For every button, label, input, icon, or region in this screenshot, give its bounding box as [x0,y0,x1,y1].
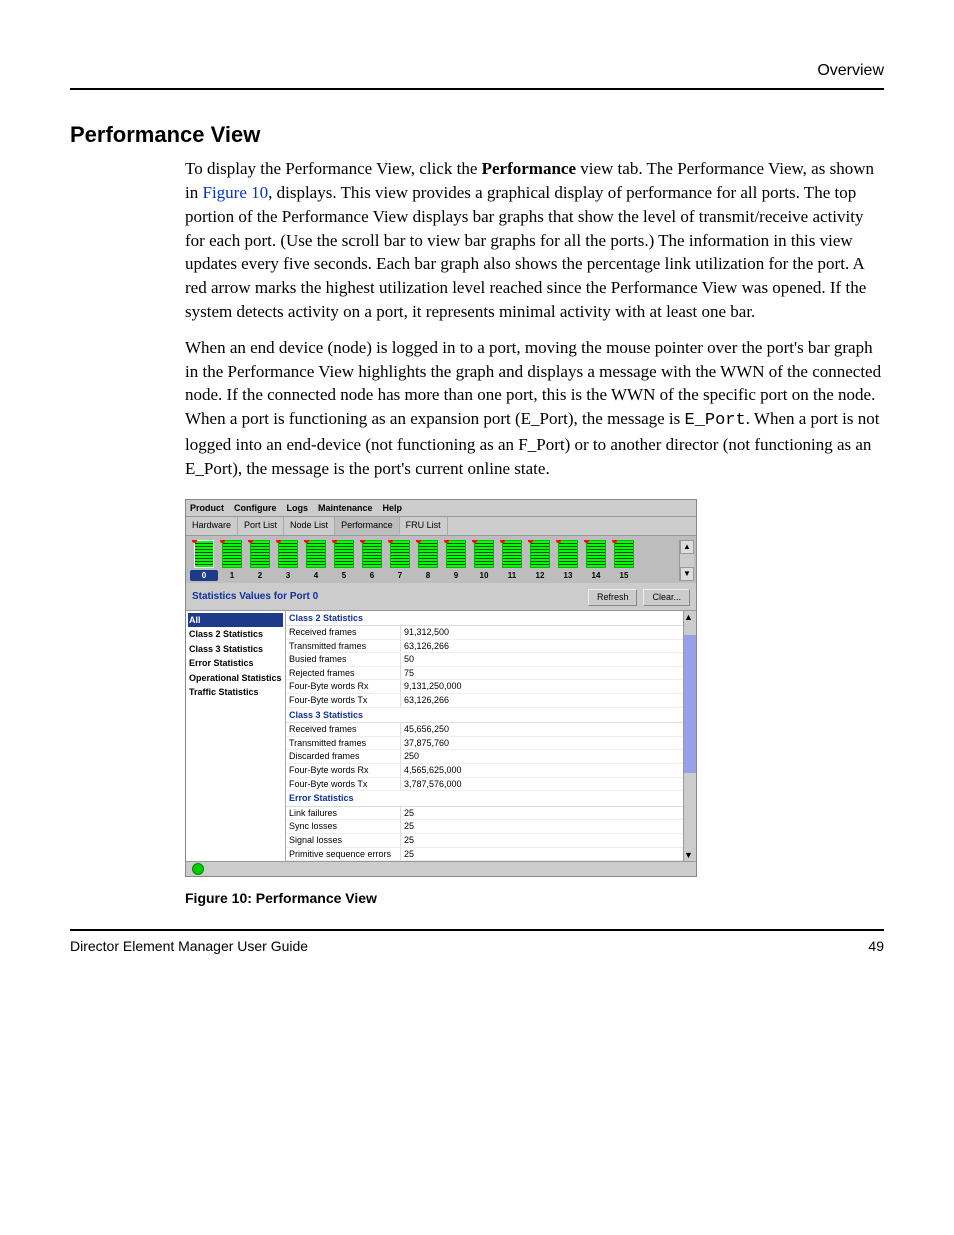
table-row: Received frames91,312,500 [286,626,696,640]
section-header: Error Statistics [286,791,696,807]
stats-header: Statistics Values for Port 0 Refresh Cle… [186,583,696,610]
table-row: Primitive sequence errors25 [286,848,696,862]
tab-port-list[interactable]: Port List [238,517,284,535]
port-bar-4[interactable]: 4 [302,540,330,581]
table-row: Transmitted frames37,875,760 [286,737,696,751]
port-bar-10[interactable]: 10 [470,540,498,581]
table-row: Link failures25 [286,807,696,821]
figure-caption: Figure 10: Performance View [185,889,884,909]
tab-node-list[interactable]: Node List [284,517,335,535]
stats-table-pane: Class 2 StatisticsReceived frames91,312,… [286,611,696,862]
table-row: Transmitted frames63,126,266 [286,640,696,654]
menu-help[interactable]: Help [383,502,403,515]
table-row: Sync losses25 [286,820,696,834]
scrollbar-thumb[interactable] [684,635,696,773]
top-rule [70,88,884,90]
bottom-rule [70,929,884,931]
port-bar-11[interactable]: 11 [498,540,526,581]
port-bar-5[interactable]: 5 [330,540,358,581]
page-header-section: Overview [70,60,884,82]
bold-performance: Performance [482,159,576,178]
port-bar-8[interactable]: 8 [414,540,442,581]
port-bar-3[interactable]: 3 [274,540,302,581]
category-traffic-statistics[interactable]: Traffic Statistics [188,685,283,700]
status-bar [186,861,696,876]
tab-fru-list[interactable]: FRU List [400,517,448,535]
paragraph-2: When an end device (node) is logged in t… [185,336,884,481]
port-bar-7[interactable]: 7 [386,540,414,581]
category-all[interactable]: All [188,613,283,628]
table-row: Rejected frames75 [286,667,696,681]
ports-pane: 0123456789101112131415 ▲ ▼ [186,536,696,583]
eport-mono: E_Port [685,411,746,430]
port-bar-2[interactable]: 2 [246,540,274,581]
ports-scrollbar[interactable]: ▲ ▼ [679,540,694,581]
table-row: Four-Byte words Tx3,787,576,000 [286,778,696,792]
page-footer: Director Element Manager User Guide 49 [70,937,884,957]
scroll-down-icon[interactable]: ▼ [684,849,696,862]
tab-hardware[interactable]: Hardware [186,517,238,535]
tab-performance[interactable]: Performance [335,517,400,535]
category-operational-statistics[interactable]: Operational Statistics [188,671,283,686]
table-row: Four-Byte words Rx4,565,625,000 [286,764,696,778]
category-error-statistics[interactable]: Error Statistics [188,656,283,671]
table-row: Received frames45,656,250 [286,723,696,737]
port-bar-13[interactable]: 13 [554,540,582,581]
menu-logs[interactable]: Logs [287,502,309,515]
figure-ref-link[interactable]: Figure 10 [202,183,268,202]
category-class-3-statistics[interactable]: Class 3 Statistics [188,642,283,657]
table-scrollbar[interactable]: ▲ ▼ [683,611,696,862]
port-bar-15[interactable]: 15 [610,540,638,581]
scroll-up-icon[interactable]: ▲ [680,540,694,554]
port-bar-1[interactable]: 1 [218,540,246,581]
app-window: Product Configure Logs Maintenance Help Hard… [185,499,697,878]
category-list[interactable]: AllClass 2 StatisticsClass 3 StatisticsE… [186,611,286,862]
menu-configure[interactable]: Configure [234,502,277,515]
port-bar-6[interactable]: 6 [358,540,386,581]
refresh-button[interactable]: Refresh [588,589,638,606]
status-indicator-icon [192,863,204,875]
table-row: Discarded frames250 [286,750,696,764]
ports-list[interactable]: 0123456789101112131415 [190,540,679,581]
table-row: Busied frames50 [286,653,696,667]
footer-page-number: 49 [868,937,884,957]
main-pane: AllClass 2 StatisticsClass 3 StatisticsE… [186,610,696,862]
section-header: Class 2 Statistics [286,611,696,627]
menu-product[interactable]: Product [190,502,224,515]
tab-bar[interactable]: HardwarePort ListNode ListPerformanceFRU… [186,516,696,536]
port-bar-12[interactable]: 12 [526,540,554,581]
section-header: Class 3 Statistics [286,708,696,724]
port-bar-14[interactable]: 14 [582,540,610,581]
scroll-up-icon[interactable]: ▲ [684,611,696,624]
port-bar-9[interactable]: 9 [442,540,470,581]
table-row: Four-Byte words Tx63,126,266 [286,694,696,708]
paragraph-1: To display the Performance View, click t… [185,157,884,324]
stats-title: Statistics Values for Port 0 [192,590,318,604]
table-row: Four-Byte words Rx9,131,250,000 [286,680,696,694]
category-class-2-statistics[interactable]: Class 2 Statistics [188,627,283,642]
port-bar-0[interactable]: 0 [190,540,218,581]
footer-left: Director Element Manager User Guide [70,937,308,957]
menu-bar[interactable]: Product Configure Logs Maintenance Help [186,500,696,517]
section-title: Performance View [70,120,884,151]
menu-maintenance[interactable]: Maintenance [318,502,373,515]
table-row: Signal losses25 [286,834,696,848]
clear-button[interactable]: Clear... [643,589,690,606]
scroll-down-icon[interactable]: ▼ [680,567,694,581]
figure-10: Product Configure Logs Maintenance Help Hard… [185,499,884,878]
